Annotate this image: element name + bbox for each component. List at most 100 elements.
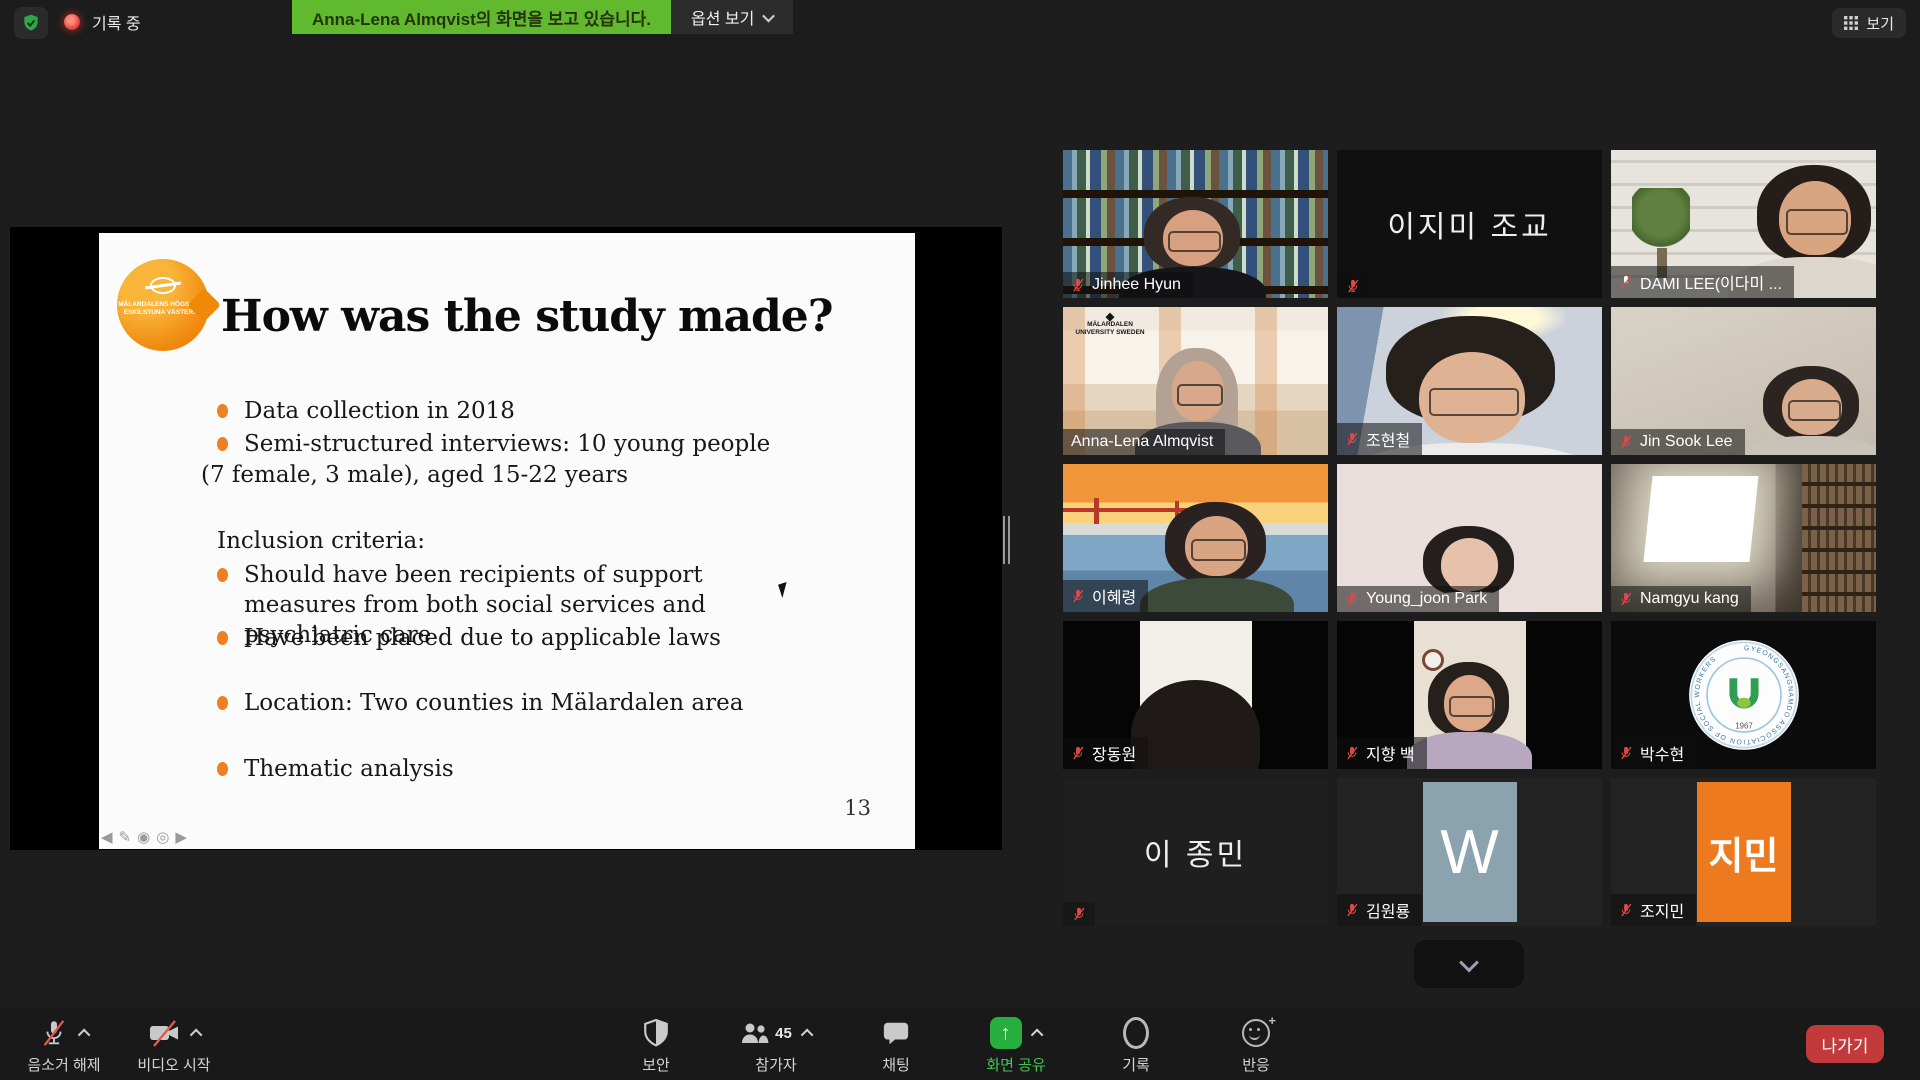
bullet-continuation: (7 female, 3 male), aged 15-22 years [201, 462, 628, 488]
unmute-button[interactable]: 음소거 해제 [20, 1014, 108, 1075]
gallery-next-page-button[interactable] [1414, 940, 1524, 988]
participant-tile[interactable]: 조현철 [1337, 307, 1602, 455]
bullet-dot [217, 631, 228, 645]
participant-tile[interactable]: DAMI LEE(이다미 ... [1611, 150, 1876, 298]
participant-tile[interactable]: Namgyu kang [1611, 464, 1876, 612]
video-options-caret[interactable] [189, 1028, 202, 1041]
muted-mic-icon [1619, 592, 1633, 606]
muted-mic-icon [1619, 746, 1633, 760]
ceiling-light [1644, 476, 1759, 562]
muted-mic-icon [1619, 435, 1633, 449]
shared-screen-area: MÄLARDALENS HÖGSKOLA ESKILSTUNA VÄSTERÅS… [10, 227, 1002, 850]
bullet-item: Data collection in 2018 [217, 396, 515, 426]
participant-name-label: 김원룡 [1337, 894, 1422, 926]
screen-view-banner-group: Anna-Lena Almqvist의 화면을 보고 있습니다. 옵션 보기 [292, 0, 793, 34]
participant-tile[interactable]: Jinhee Hyun [1063, 150, 1328, 298]
participant-name-label: 박수현 [1611, 737, 1696, 769]
bookshelf-background [1802, 464, 1876, 612]
chevron-down-icon [762, 9, 775, 22]
unmute-label: 음소거 해제 [27, 1054, 100, 1075]
participant-tile[interactable]: 지향 백 [1337, 621, 1602, 769]
view-options-label: 옵션 보기 [691, 5, 754, 29]
share-screen-label: 화면 공유 [986, 1054, 1045, 1075]
encryption-shield-button[interactable] [14, 7, 48, 39]
recording-indicator: 기록 중 [64, 10, 141, 34]
reactions-label: 반응 [1242, 1054, 1270, 1075]
reactions-button[interactable]: + 반응 [1212, 1014, 1300, 1075]
logo-year: 1967 [1735, 722, 1752, 731]
leave-meeting-button[interactable]: 나가기 [1806, 1025, 1884, 1063]
mic-options-caret[interactable] [77, 1028, 90, 1041]
laser-pointer-icon[interactable]: ◉ [137, 828, 150, 846]
bullet-dot [217, 696, 228, 710]
participant-tile[interactable]: Young_joon Park [1337, 464, 1602, 612]
muted-mic-icon [1619, 275, 1633, 289]
green-shield-icon [21, 13, 41, 33]
plant-decor [1632, 188, 1690, 252]
reactions-smiley-icon: + [1242, 1019, 1270, 1047]
chat-bubble-icon [882, 1019, 910, 1047]
participant-tile[interactable]: 장동원 [1063, 621, 1328, 769]
participant-tile[interactable]: W 김원룡 [1337, 778, 1602, 926]
participant-name-label: 조지민 [1611, 894, 1696, 926]
participant-avatar: 지민 [1697, 782, 1791, 922]
slide-title: How was the study made? [221, 291, 833, 342]
share-screen-button[interactable]: ↑ 화면 공유 [972, 1014, 1060, 1075]
participant-tile[interactable]: 이 종민 [1063, 778, 1328, 926]
logo-text-line2: ESKILSTUNA VÄSTERÅS [117, 309, 209, 317]
slide-page-number: 13 [844, 796, 871, 820]
bullet-item: Semi-structured interviews: 10 young peo… [217, 429, 770, 459]
record-button[interactable]: 기록 [1092, 1014, 1180, 1075]
grid-view-icon [1844, 16, 1858, 30]
bullet-dot [217, 404, 228, 418]
participant-tile[interactable]: 지민 조지민 [1611, 778, 1876, 926]
meeting-control-bar: 음소거 해제 비디오 시작 [0, 1008, 1920, 1080]
participant-name-label: 이혜령 [1063, 580, 1148, 612]
participant-tile[interactable]: Jin Sook Lee [1611, 307, 1876, 455]
muted-mic-icon [1345, 903, 1359, 917]
start-video-button[interactable]: 비디오 시작 [130, 1014, 218, 1075]
view-button[interactable]: 보기 [1832, 8, 1906, 38]
participants-gallery: Jinhee Hyun 이지미 조교 DAMI LEE(이다미 ... [1063, 150, 1876, 926]
pen-annotate-icon[interactable]: ✎ [119, 828, 132, 846]
participants-icon [739, 1020, 769, 1046]
view-options-button[interactable]: 옵션 보기 [671, 0, 793, 34]
muted-mic-icon [1345, 746, 1359, 760]
participant-display-name: 이지미 조교 [1337, 150, 1602, 298]
previous-slide-icon[interactable]: ◀ [101, 828, 113, 846]
muted-mic-icon [1345, 432, 1359, 446]
malardalen-logo-glyph [150, 277, 176, 294]
security-shield-icon [643, 1019, 669, 1047]
bullet-item: Thematic analysis [217, 754, 454, 784]
participant-count: 45 [775, 1025, 792, 1042]
top-bar: 기록 중 Anna-Lena Almqvist의 화면을 보고 있습니다. 옵션… [0, 0, 1920, 44]
bullet-item: Location: Two counties in Mälardalen are… [217, 688, 743, 718]
security-button[interactable]: 보안 [612, 1014, 700, 1075]
participant-name-label: 지향 백 [1337, 737, 1427, 769]
section-header: Inclusion criteria: [217, 528, 425, 554]
university-logo-overlay: MÄLARDALEN UNIVERSITY SWEDEN [1071, 313, 1149, 337]
share-options-caret[interactable] [1030, 1028, 1043, 1041]
next-slide-icon[interactable]: ▶ [175, 828, 187, 846]
bullet-item: Have been placed due to applicable laws [217, 623, 721, 653]
participant-name-label: Jin Sook Lee [1611, 429, 1745, 455]
participant-name-label: DAMI LEE(이다미 ... [1611, 266, 1794, 298]
participant-tile[interactable]: 이혜령 [1063, 464, 1328, 612]
participant-tile[interactable]: 이지미 조교 [1337, 150, 1602, 298]
chat-button[interactable]: 채팅 [852, 1014, 940, 1075]
participant-tile[interactable]: GYEONGSANGNAMDO ASSOCIATION OF SOCIAL WO… [1611, 621, 1876, 769]
view-button-label: 보기 [1866, 13, 1894, 34]
participants-caret[interactable] [801, 1028, 814, 1041]
participant-name-label: 장동원 [1063, 737, 1148, 769]
more-tools-icon[interactable]: ◎ [156, 828, 169, 846]
participant-tile-active-speaker[interactable]: MÄLARDALEN UNIVERSITY SWEDEN Anna-Lena A… [1063, 307, 1328, 455]
participant-name-label: Namgyu kang [1611, 586, 1751, 612]
chevron-down-icon [1459, 953, 1479, 973]
muted-mic-icon [1619, 903, 1633, 917]
security-label: 보안 [642, 1054, 670, 1075]
panel-resize-handle[interactable] [1003, 516, 1013, 564]
recording-dot-icon [64, 14, 80, 30]
chat-label: 채팅 [882, 1054, 910, 1075]
participants-button[interactable]: 45 참가자 [732, 1014, 820, 1075]
muted-mic-badge [1337, 274, 1369, 298]
